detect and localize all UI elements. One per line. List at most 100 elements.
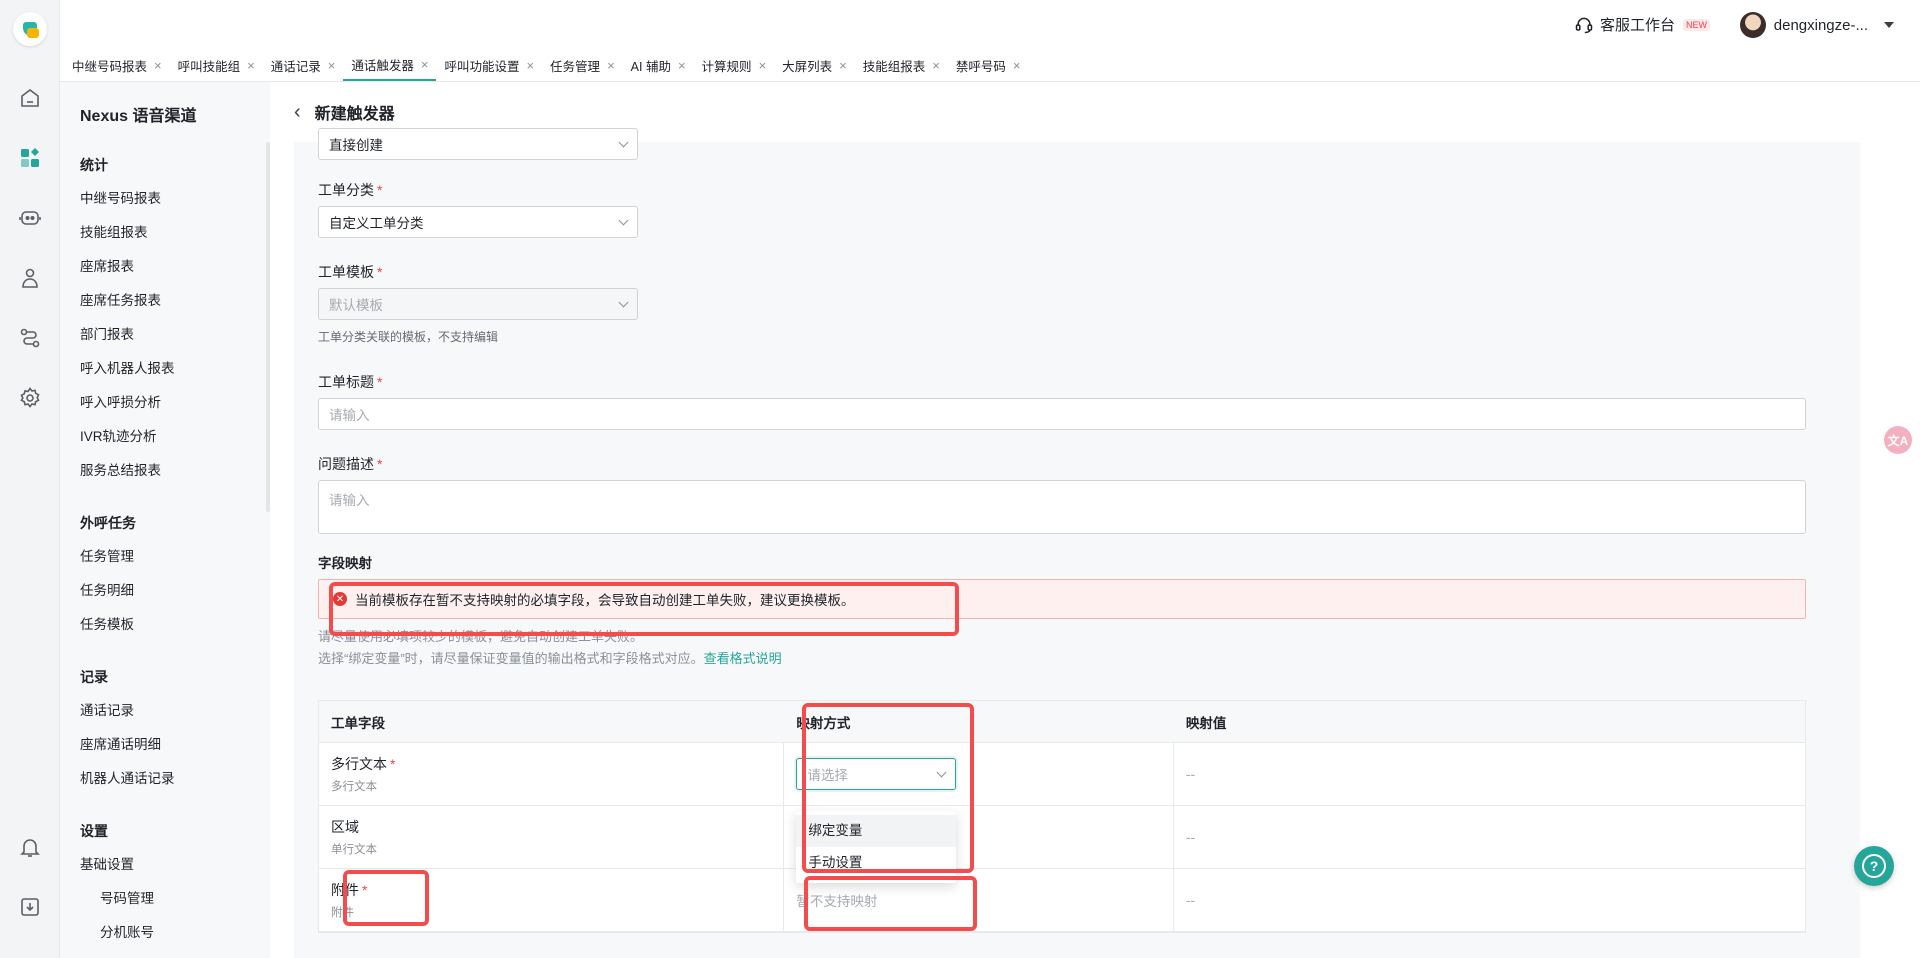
flow-icon[interactable]: [18, 326, 42, 350]
note-line-1: 请尽量使用必填项较少的模板，避免自动创建工单失败。: [318, 629, 644, 644]
sidebar-item[interactable]: 中继号码报表: [80, 182, 175, 216]
page-title: 新建触发器: [314, 106, 395, 123]
user-menu[interactable]: dengxingze-...: [1739, 12, 1894, 38]
tab-item[interactable]: 通话触发器 ×: [343, 50, 437, 81]
mapping-mode-select[interactable]: 请选择: [796, 758, 957, 790]
table-row: 附件 * 附件 暂不支持映射 --: [319, 869, 1805, 932]
sidebar-item[interactable]: 部门报表: [80, 318, 175, 352]
app-logo[interactable]: [13, 12, 47, 46]
problem-desc-textarea[interactable]: 请输入: [318, 480, 1806, 534]
field-type: 多行文本: [331, 781, 377, 793]
tab-item[interactable]: 中继号码报表 ×: [64, 50, 170, 81]
sidebar-item[interactable]: 呼入呼损分析: [80, 386, 175, 420]
mapping-value: --: [1185, 829, 1196, 845]
settings-icon[interactable]: [18, 386, 42, 410]
sidebar-sub-item[interactable]: 分机账号: [80, 916, 175, 950]
create-mode-value: 直接创建: [329, 138, 383, 153]
tab-label: AI 辅助: [630, 60, 671, 74]
column-header: 映射方式: [796, 715, 851, 731]
bell-icon[interactable]: [18, 835, 42, 859]
mapping-notes: 请尽量使用必填项较少的模板，避免自动创建工单失败。 选择“绑定变量”时，请尽量保…: [318, 626, 782, 670]
error-icon: ✕: [333, 592, 347, 606]
close-icon[interactable]: ×: [839, 58, 847, 73]
sidebar-item[interactable]: 基础设置: [80, 848, 175, 882]
field-mapping-title: 字段映射: [318, 556, 372, 571]
sidebar-item[interactable]: 通话记录: [80, 694, 175, 728]
create-mode-select[interactable]: 直接创建: [318, 128, 638, 160]
sidebar-item[interactable]: 呼入机器人报表: [80, 352, 175, 386]
home-icon[interactable]: [18, 86, 42, 110]
ticket-category-select[interactable]: 自定义工单分类: [318, 206, 638, 238]
option-manual-set[interactable]: 手动设置: [796, 847, 956, 879]
sidebar-item[interactable]: 服务总结报表: [80, 454, 175, 488]
sidebar-group: 统计: [80, 157, 108, 173]
sidebar-group: 设置: [80, 823, 108, 839]
mapping-mode-placeholder: 请选择: [807, 768, 848, 783]
new-badge: NEW: [1683, 18, 1710, 31]
sidebar-item[interactable]: 座席通话明细: [80, 728, 175, 762]
tab-item[interactable]: 呼叫功能设置 ×: [436, 50, 542, 81]
table-row: 多行文本 * 多行文本 请选择 绑定变量 手动设置 --: [319, 743, 1805, 883]
sidebar-item[interactable]: 任务模板: [80, 608, 175, 642]
help-button[interactable]: ?: [1854, 846, 1894, 886]
tab-item[interactable]: 技能组报表 ×: [855, 50, 948, 81]
close-icon[interactable]: ×: [678, 58, 686, 73]
close-icon[interactable]: ×: [526, 58, 534, 73]
chevron-down-icon: [618, 215, 629, 225]
tab-label: 通话触发器: [351, 59, 414, 73]
sidebar-item[interactable]: 任务明细: [80, 574, 175, 608]
sidebar-item[interactable]: 座席报表: [80, 250, 175, 284]
translate-icon[interactable]: 文A: [1884, 426, 1912, 454]
format-doc-link[interactable]: 查看格式说明: [704, 651, 782, 666]
tab-label: 呼叫功能设置: [444, 60, 520, 74]
ticket-title-input[interactable]: 请输入: [318, 398, 1806, 430]
robot-icon[interactable]: [18, 206, 42, 230]
tab-item[interactable]: AI 辅助 ×: [623, 50, 694, 81]
chevron-left-icon[interactable]: ‹: [294, 101, 301, 124]
sidebar-title: Nexus 语音渠道: [80, 108, 197, 125]
apps-icon[interactable]: [18, 146, 42, 170]
sidebar-item[interactable]: 任务管理: [80, 540, 175, 574]
sidebar-item[interactable]: 技能组报表: [80, 216, 175, 250]
close-icon[interactable]: ×: [154, 58, 162, 73]
close-icon[interactable]: ×: [759, 58, 767, 73]
sidebar-sub-item[interactable]: 号码管理: [80, 882, 175, 916]
close-icon[interactable]: ×: [247, 58, 255, 73]
tab-item[interactable]: 呼叫技能组 ×: [170, 50, 263, 81]
close-icon[interactable]: ×: [932, 58, 940, 73]
sidebar-group: 记录: [80, 669, 108, 685]
download-icon[interactable]: [18, 895, 42, 919]
tab-item[interactable]: 任务管理 ×: [542, 50, 623, 81]
top-header: 客服工作台 NEW dengxingze-...: [60, 0, 1920, 50]
username: dengxingze-...: [1773, 16, 1868, 34]
sidebar-item[interactable]: IVR轨迹分析: [80, 420, 175, 454]
close-icon[interactable]: ×: [421, 57, 429, 72]
tab-label: 呼叫技能组: [177, 60, 241, 74]
workspace-link[interactable]: 客服工作台 NEW: [1574, 14, 1710, 35]
headset-icon: [1575, 17, 1593, 33]
tab-label: 任务管理: [550, 60, 601, 74]
ticket-template-value: 默认模板: [329, 298, 383, 313]
field-name: 区域: [331, 819, 359, 835]
tab-item[interactable]: 大屏列表 ×: [774, 50, 855, 81]
tab-item[interactable]: 禁呼号码 ×: [948, 50, 1029, 81]
tab-label: 中继号码报表: [72, 60, 148, 74]
mapping-unsupported: 暂不支持映射: [796, 894, 878, 909]
tab-item[interactable]: 通话记录 ×: [263, 50, 344, 81]
ticket-title-label: 工单标题 *: [318, 374, 383, 390]
table-row: 区域 单行文本 --: [319, 806, 1805, 869]
problem-desc-label: 问题描述 *: [318, 456, 383, 472]
close-icon[interactable]: ×: [607, 58, 615, 73]
close-icon[interactable]: ×: [1013, 58, 1021, 73]
sidebar-item[interactable]: 机器人通话记录: [80, 762, 175, 796]
option-bind-variable[interactable]: 绑定变量: [796, 815, 957, 847]
help-icon: ?: [1862, 854, 1886, 878]
user-icon[interactable]: [18, 266, 42, 290]
sidebar-item[interactable]: 座席任务报表: [80, 284, 175, 318]
ticket-template-hint: 工单分类关联的模板，不支持编辑: [318, 330, 499, 344]
tab-label: 禁呼号码: [955, 60, 1006, 74]
chevron-down-icon: [618, 297, 629, 307]
tab-item[interactable]: 计算规则 ×: [694, 50, 775, 81]
close-icon[interactable]: ×: [328, 58, 336, 73]
workspace-label: 客服工作台: [1599, 17, 1675, 34]
